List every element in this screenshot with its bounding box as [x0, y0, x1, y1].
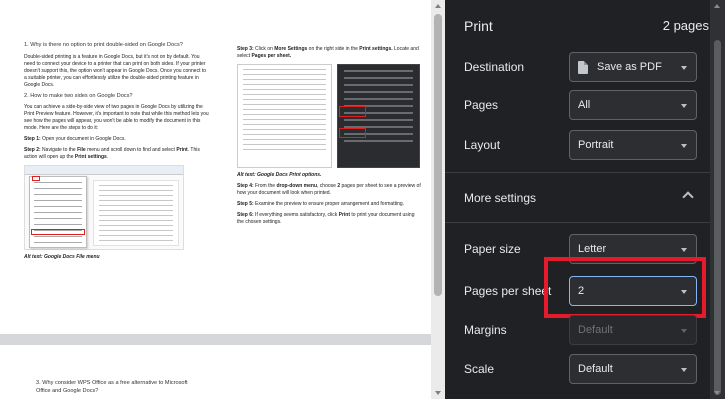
- scale-value: Default: [578, 363, 613, 375]
- paper-size-label: Paper size: [464, 242, 521, 256]
- chevron-down-icon: [681, 329, 687, 333]
- scroll-up-arrow-icon[interactable]: [435, 4, 441, 8]
- page-count: 2 pages: [662, 18, 709, 33]
- preview-left-column: 1. Why is there no option to print doubl…: [24, 42, 209, 265]
- section-divider: [445, 222, 710, 223]
- scroll-up-arrow-icon[interactable]: [714, 4, 720, 8]
- file-menu-screenshot: [24, 165, 184, 250]
- preview-page-1: 1. Why is there no option to print doubl…: [0, 0, 431, 334]
- screenshot-file-menu: [29, 176, 87, 248]
- print-settings-panel: Print 2 pages Destination Save as PDF Pa…: [445, 0, 710, 399]
- scroll-down-arrow-icon[interactable]: [435, 391, 441, 395]
- print-preview: 1. Why is there no option to print doubl…: [0, 0, 431, 399]
- margins-select: Default: [569, 315, 697, 345]
- destination-label: Destination: [464, 60, 525, 74]
- screenshot-toolbar: [25, 166, 183, 175]
- chevron-up-icon[interactable]: [682, 191, 694, 203]
- print-options-screenshot: [237, 64, 420, 168]
- chevron-down-icon: [681, 368, 687, 372]
- print-dialog: 1. Why is there no option to print doubl…: [0, 0, 725, 399]
- print-title: Print: [464, 18, 493, 34]
- chevron-down-icon: [681, 104, 687, 108]
- more-settings-highlight: [339, 106, 366, 117]
- settings-scrollbar-thumb[interactable]: [714, 40, 721, 395]
- preview-scrollbar-thumb[interactable]: [434, 14, 442, 296]
- pages-per-sheet-highlight: [339, 128, 366, 138]
- scale-select[interactable]: Default: [569, 354, 697, 384]
- alt-text-2: Alt text: Google Docs Print options.: [237, 172, 322, 178]
- question-1: 1. Why is there no option to print doubl…: [24, 42, 183, 48]
- pages-per-sheet-highlight-box: [544, 257, 706, 318]
- pdf-file-icon: [578, 60, 588, 74]
- preview-page-2: 3. Why consider WPS Office as a free alt…: [0, 345, 431, 399]
- layout-select[interactable]: Portrait: [569, 130, 697, 160]
- layout-value: Portrait: [578, 139, 614, 151]
- chevron-down-icon: [681, 66, 687, 70]
- print-highlight: [31, 229, 85, 235]
- pages-select[interactable]: All: [569, 90, 697, 120]
- question-2: 2. How to make two sides on Google Docs?: [24, 92, 133, 99]
- step-2: Step 2: Navigate to the File menu and sc…: [24, 147, 200, 160]
- chevron-down-icon: [681, 144, 687, 148]
- margins-value: Default: [578, 324, 613, 336]
- answer-2: You can achieve a side-by-side view of t…: [24, 104, 209, 131]
- layout-label: Layout: [464, 138, 501, 152]
- preview-scrollbar[interactable]: [431, 0, 445, 399]
- more-settings-toggle[interactable]: More settings: [464, 191, 536, 205]
- pages-label: Pages: [464, 98, 499, 112]
- pages-value: All: [578, 99, 591, 111]
- alt-text-1: Alt text: Google Docs File menu: [24, 254, 100, 260]
- screenshot-document: [93, 180, 179, 246]
- file-highlight: [32, 176, 40, 181]
- step-3: Step 3: Click on More Settings on the ri…: [237, 46, 419, 59]
- chevron-down-icon: [681, 248, 687, 252]
- settings-scrollbar[interactable]: [710, 0, 725, 399]
- step-5: Step 5: Examine the preview to ensure pr…: [237, 201, 405, 207]
- question-3: 3. Why consider WPS Office as a free alt…: [36, 380, 188, 394]
- scale-label: Scale: [464, 362, 495, 376]
- step-1: Step 1: Open your document in Google Doc…: [24, 136, 126, 142]
- destination-select[interactable]: Save as PDF: [569, 52, 697, 82]
- section-divider: [445, 172, 710, 173]
- step-4: Step 4: From the drop-down menu, choose …: [237, 183, 421, 196]
- pages-per-sheet-label: Pages per sheet: [464, 284, 552, 298]
- step-6: Step 6: If everything seems satisfactory…: [237, 212, 415, 225]
- preview-right-column: Step 3: Click on More Settings on the ri…: [237, 46, 421, 230]
- margins-label: Margins: [464, 323, 507, 337]
- scroll-down-arrow-icon[interactable]: [714, 391, 720, 395]
- screenshot-doc-preview: [237, 64, 332, 168]
- answer-1: Double-sided printing is a feature in Go…: [24, 53, 207, 88]
- destination-value: Save as PDF: [597, 61, 662, 73]
- paper-size-value: Letter: [578, 243, 607, 255]
